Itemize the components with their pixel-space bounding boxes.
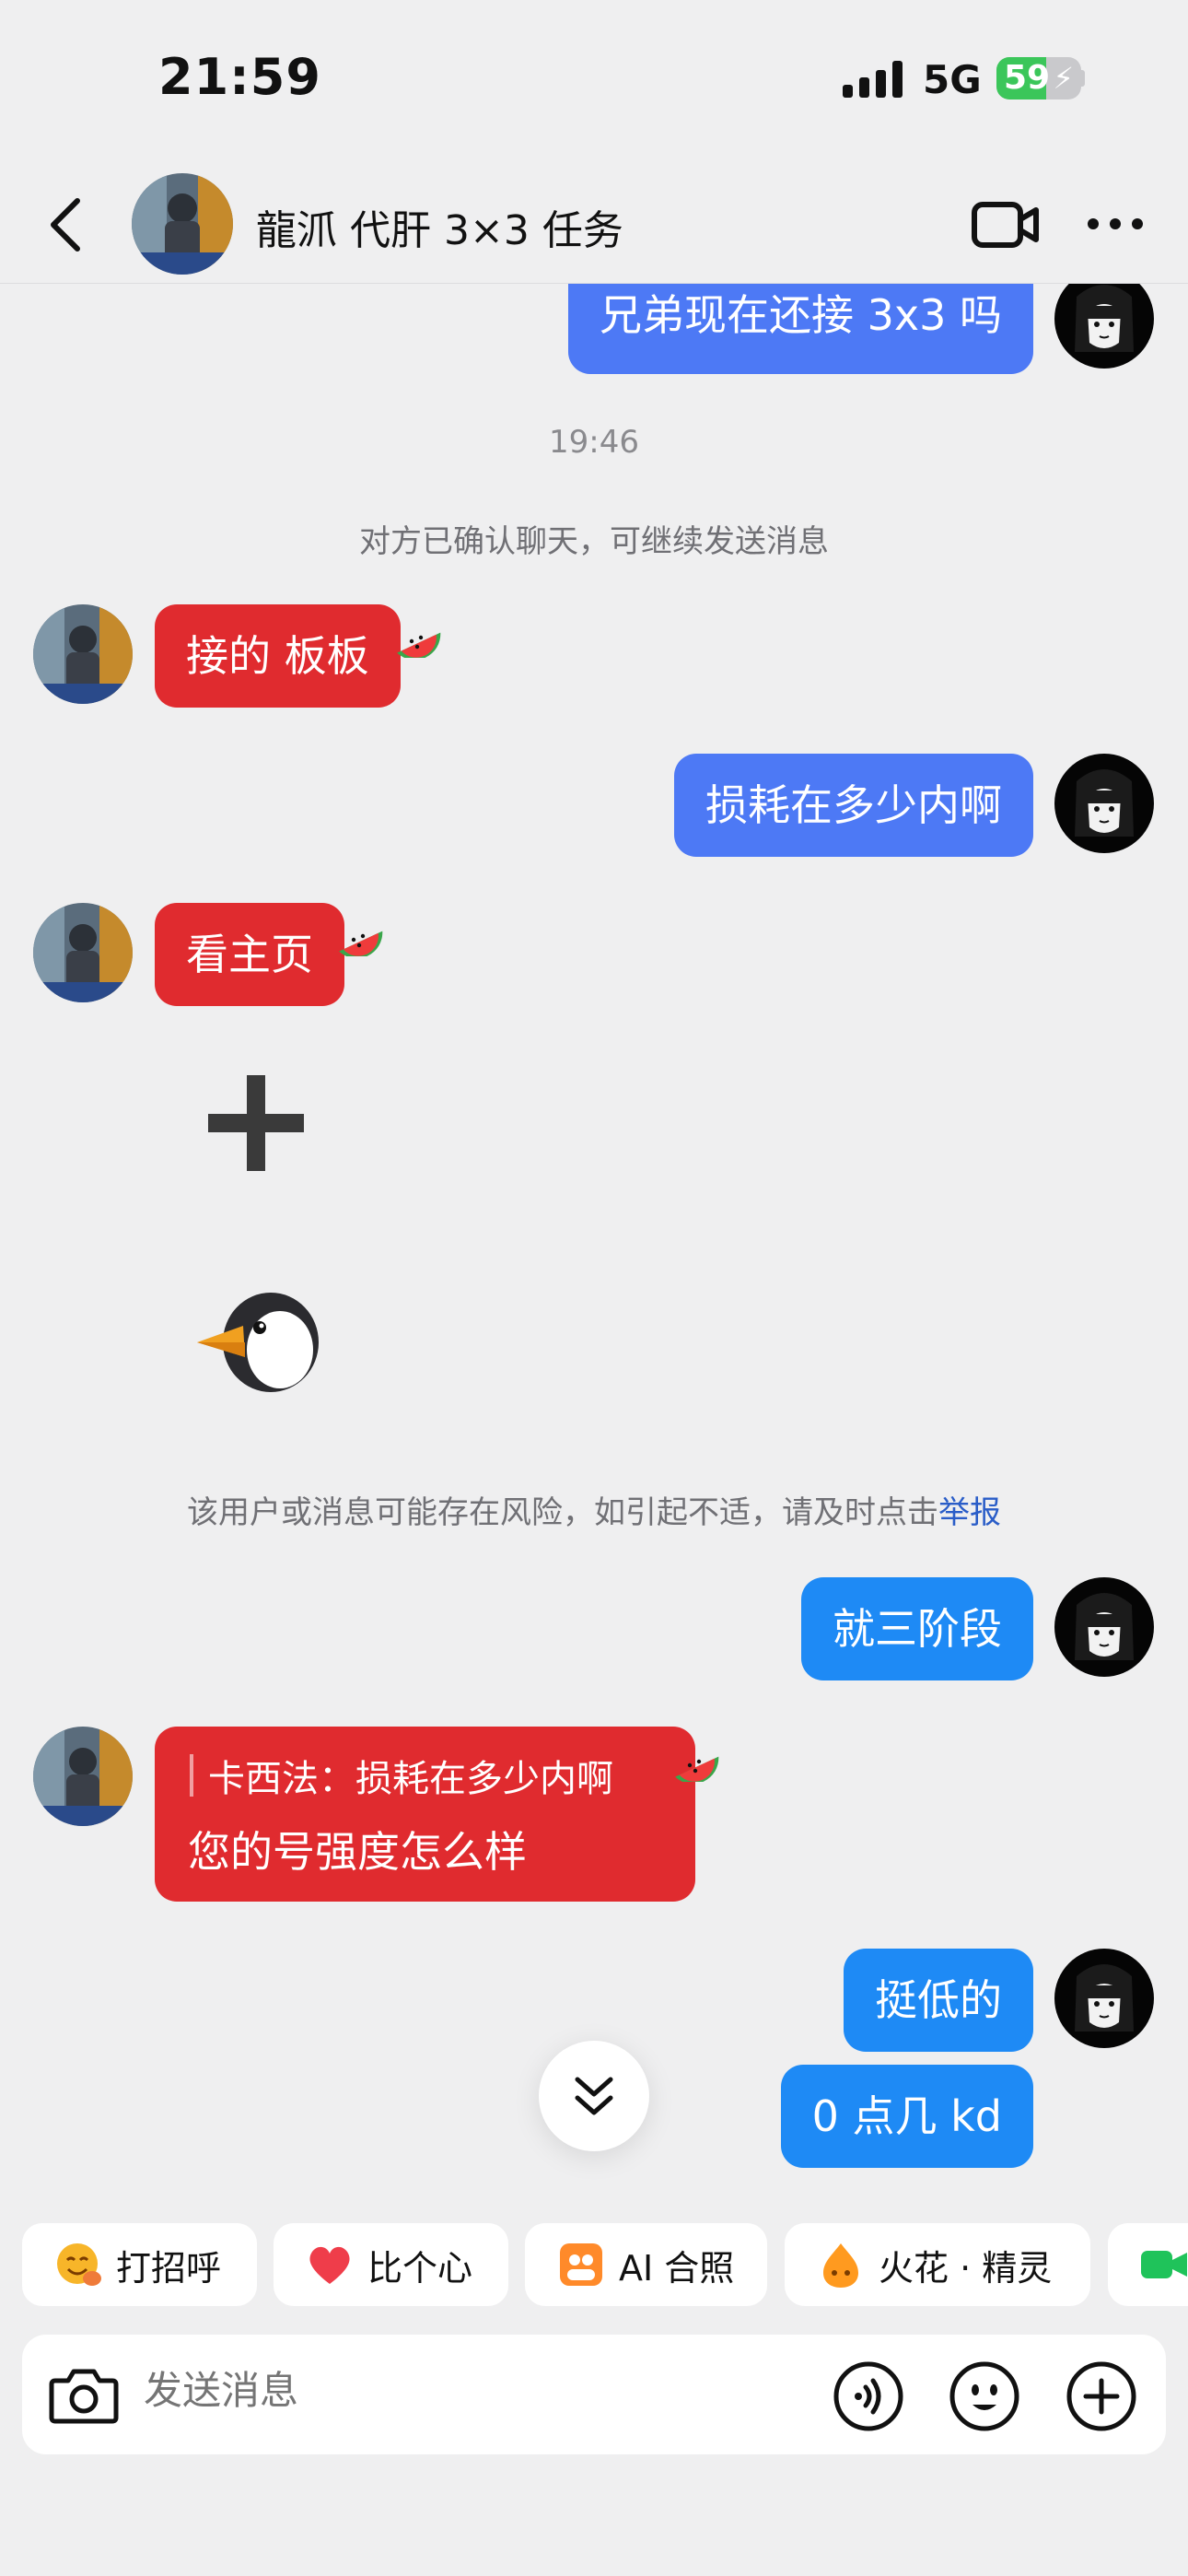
status-bar: 21:59 5G 59 ⚡ <box>0 0 1188 157</box>
report-link[interactable]: 举报 <box>938 1494 1001 1531</box>
video-call-icon[interactable] <box>972 199 1040 251</box>
plus-icon[interactable] <box>1066 2360 1137 2432</box>
watermelon-icon <box>339 931 383 956</box>
my-avatar[interactable] <box>1054 1949 1154 2048</box>
chip-heart[interactable]: 比个心 <box>274 2223 508 2306</box>
message-bubble-incoming[interactable]: 接的 板板 <box>155 604 401 708</box>
quoted-message: 卡西法：损耗在多少内啊 <box>208 1758 613 1800</box>
risk-notice: 该用户或消息可能存在风险，如引起不适，请及时点击举报 <box>0 1487 1188 1532</box>
contact-avatar[interactable] <box>132 173 233 275</box>
quote-bar <box>190 1754 193 1797</box>
my-avatar[interactable] <box>1054 269 1154 369</box>
signal-icon <box>843 61 903 98</box>
battery-cap <box>1079 70 1085 87</box>
video-chip-icon <box>1141 2251 1187 2278</box>
message-bubble-outgoing[interactable]: 就三阶段 <box>801 1577 1033 1680</box>
penguin-emoji-icon <box>197 1293 319 1392</box>
emoji-icon[interactable] <box>949 2360 1020 2432</box>
voice-icon[interactable] <box>833 2360 904 2432</box>
reply-text: 您的号强度怎么样 <box>188 1827 527 1877</box>
chip-video[interactable] <box>1108 2223 1188 2306</box>
more-icon[interactable] <box>1087 217 1144 230</box>
camera-icon[interactable] <box>48 2362 120 2427</box>
my-avatar[interactable] <box>1054 1577 1154 1677</box>
chip-label: 打招呼 <box>116 2247 222 2289</box>
contact-avatar[interactable] <box>33 604 133 704</box>
double-chevron-down-icon <box>575 2077 613 2115</box>
back-icon[interactable] <box>44 195 90 254</box>
battery-level: 59 <box>1004 59 1051 97</box>
chip-label: 比个心 <box>367 2247 473 2289</box>
scroll-to-bottom-button[interactable] <box>539 2041 649 2151</box>
message-input[interactable] <box>144 2368 696 2413</box>
my-avatar[interactable] <box>1054 754 1154 853</box>
message-bubble-outgoing[interactable]: 挺低的 <box>844 1949 1033 2052</box>
chip-label: AI 合照 <box>619 2247 735 2289</box>
chat-header: 龍沠 代肝 3×3 任务 <box>0 157 1188 284</box>
chip-ai-photo[interactable]: AI 合照 <box>525 2223 767 2306</box>
heart-icon <box>309 2246 350 2284</box>
risk-notice-text: 该用户或消息可能存在风险，如引起不适，请及时点击 <box>187 1494 938 1531</box>
plus-emoji-icon <box>208 1075 304 1171</box>
contact-avatar[interactable] <box>33 903 133 1002</box>
status-time: 21:59 <box>158 48 321 106</box>
watermelon-icon <box>675 1756 719 1782</box>
message-bubble-incoming[interactable]: 看主页 <box>155 903 344 1006</box>
message-bubble-outgoing[interactable]: 0 点几 kd <box>780 2065 1033 2168</box>
chat-title: 龍沠 代肝 3×3 任务 <box>256 207 623 254</box>
contact-avatar[interactable] <box>33 1727 133 1826</box>
smile-hand-icon <box>57 2243 101 2286</box>
ai-photo-icon <box>560 2243 602 2286</box>
battery-icon: 59 ⚡ <box>996 57 1081 100</box>
chip-label: 火花 · 精灵 <box>879 2247 1053 2289</box>
system-notice: 对方已确认聊天，可继续发送消息 <box>359 523 829 560</box>
quoted-reply-bubble[interactable]: 卡西法：损耗在多少内啊 您的号强度怎么样 <box>155 1727 695 1902</box>
charging-icon: ⚡ <box>1053 61 1074 96</box>
message-bubble-outgoing[interactable]: 损耗在多少内啊 <box>674 754 1033 857</box>
chip-spark-sprite[interactable]: 火花 · 精灵 <box>785 2223 1090 2306</box>
network-label: 5G <box>923 57 982 102</box>
watermelon-icon <box>397 632 441 658</box>
timestamp: 19:46 <box>549 424 639 461</box>
chip-greet[interactable]: 打招呼 <box>22 2223 257 2306</box>
spark-sprite-icon <box>823 2243 858 2288</box>
message-input-bar <box>22 2335 1166 2454</box>
quick-action-bar: 打招呼 比个心 AI 合照 火花 · 精灵 <box>0 2223 1188 2306</box>
